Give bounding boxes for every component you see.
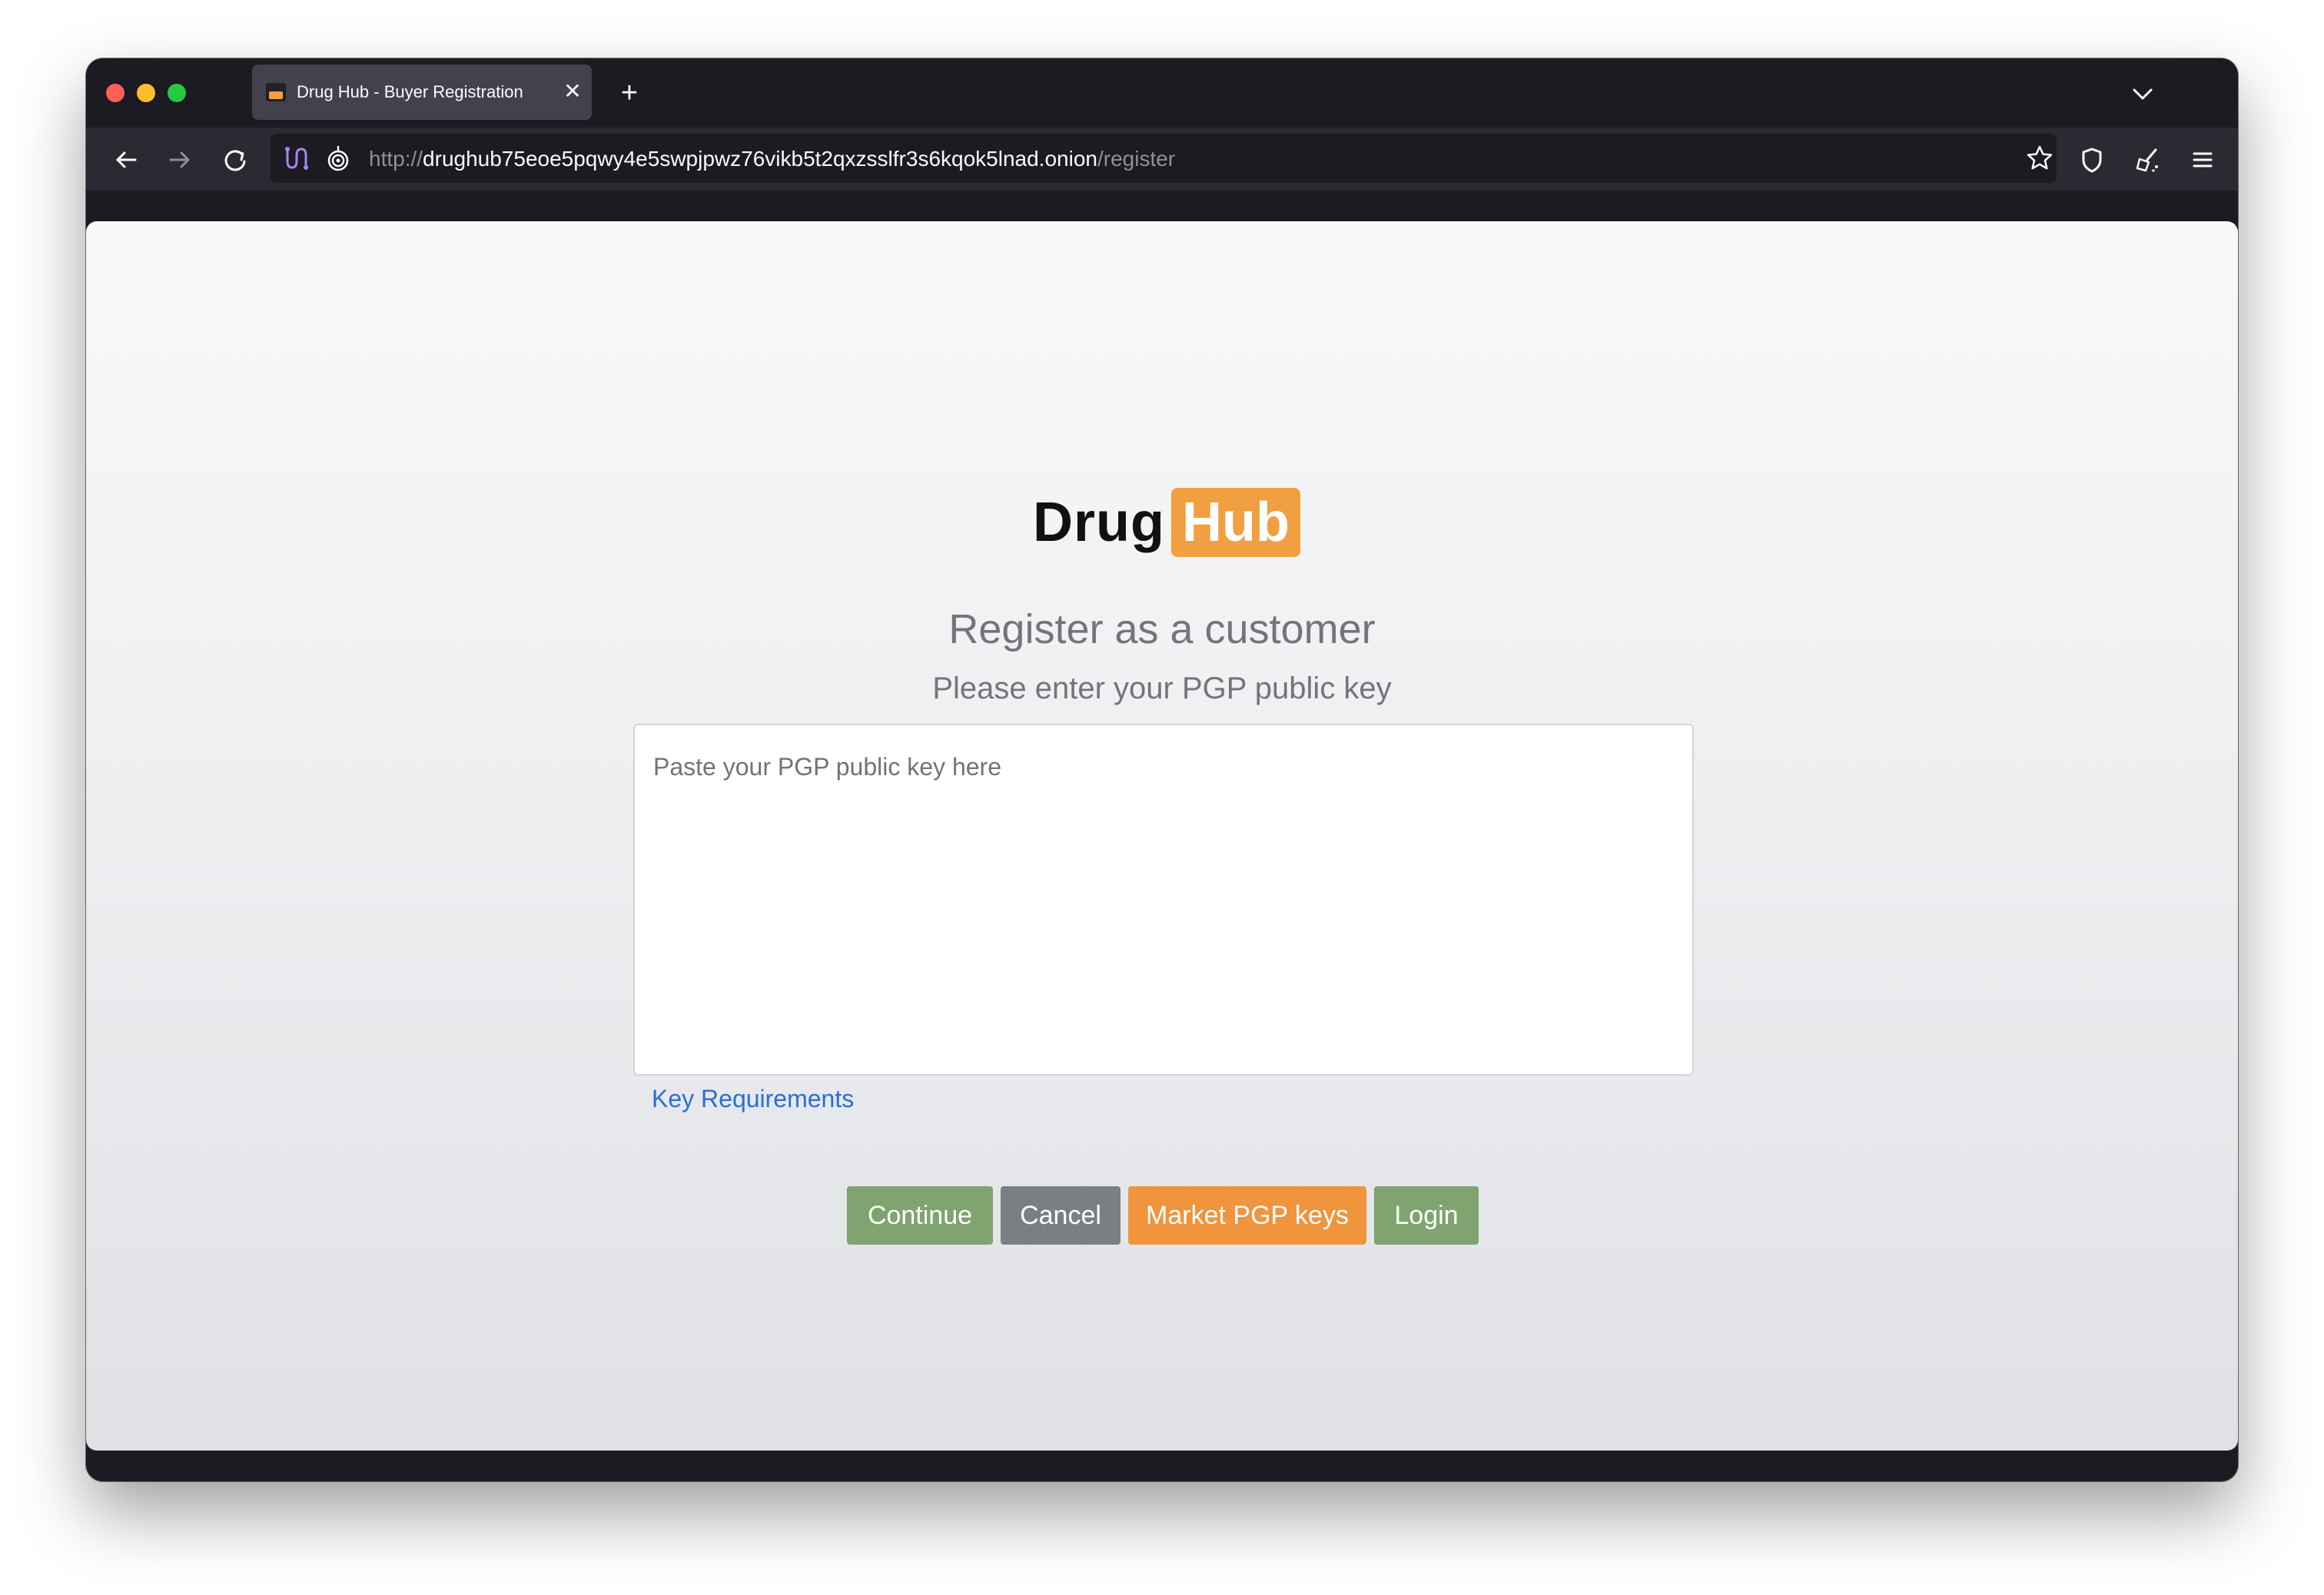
new-identity-icon[interactable] bbox=[2130, 143, 2164, 177]
close-window-button[interactable] bbox=[106, 84, 124, 102]
chevron-down-icon[interactable] bbox=[2126, 77, 2160, 111]
url-bar[interactable]: http://drughub75eoe5pqwy4e5swpjpwz76vikb… bbox=[271, 134, 2057, 183]
tab-strip: Drug Hub - Buyer Registration ✕ + bbox=[86, 58, 2238, 128]
new-tab-button[interactable]: + bbox=[612, 75, 647, 111]
page-title: Register as a customer bbox=[948, 606, 1376, 652]
drughub-logo[interactable]: Drug Hub bbox=[1033, 487, 1300, 558]
browser-window: Drug Hub - Buyer Registration ✕ + http:/… bbox=[86, 58, 2238, 1481]
navigation-toolbar: http://drughub75eoe5pqwy4e5swpjpwz76vikb… bbox=[86, 128, 2238, 191]
hamburger-menu-icon[interactable] bbox=[2186, 143, 2219, 177]
page-content: Drug Hub Register as a customer Please e… bbox=[86, 221, 2238, 1451]
url-scheme: http:// bbox=[369, 147, 423, 171]
logo-hub-text: Hub bbox=[1170, 488, 1300, 557]
toolbar-separator bbox=[86, 191, 2238, 221]
logo-drug-text: Drug bbox=[1033, 492, 1165, 553]
market-pgp-keys-button[interactable]: Market PGP keys bbox=[1128, 1186, 1366, 1245]
tab-drughub-registration[interactable]: Drug Hub - Buyer Registration ✕ bbox=[252, 65, 592, 120]
drughub-favicon-icon bbox=[266, 83, 286, 101]
tab-close-icon[interactable]: ✕ bbox=[559, 78, 586, 104]
tor-circuit-icon[interactable] bbox=[280, 143, 310, 174]
forward-arrow-icon[interactable] bbox=[163, 143, 197, 177]
url-host: drughub75eoe5pqwy4e5swpjpwz76vikb5t2qxzs… bbox=[423, 147, 1097, 171]
reload-icon[interactable] bbox=[218, 143, 252, 177]
pgp-key-textarea[interactable] bbox=[633, 724, 1694, 1076]
shield-icon[interactable] bbox=[2075, 143, 2109, 177]
continue-button[interactable]: Continue bbox=[847, 1186, 993, 1245]
url-path: /register bbox=[1097, 147, 1176, 171]
minimize-window-button[interactable] bbox=[137, 84, 155, 102]
tab-title: Drug Hub - Buyer Registration bbox=[297, 82, 523, 101]
cancel-button[interactable]: Cancel bbox=[1001, 1186, 1120, 1245]
key-requirements-link[interactable]: Key Requirements bbox=[652, 1085, 854, 1113]
onion-icon[interactable] bbox=[323, 143, 354, 174]
maximize-window-button[interactable] bbox=[168, 84, 186, 102]
pgp-key-prompt: Please enter your PGP public key bbox=[932, 671, 1392, 705]
star-icon[interactable] bbox=[2024, 143, 2055, 174]
url-text[interactable]: http://drughub75eoe5pqwy4e5swpjpwz76vikb… bbox=[369, 147, 1175, 171]
back-arrow-icon[interactable] bbox=[109, 143, 143, 177]
login-button[interactable]: Login bbox=[1374, 1186, 1479, 1245]
